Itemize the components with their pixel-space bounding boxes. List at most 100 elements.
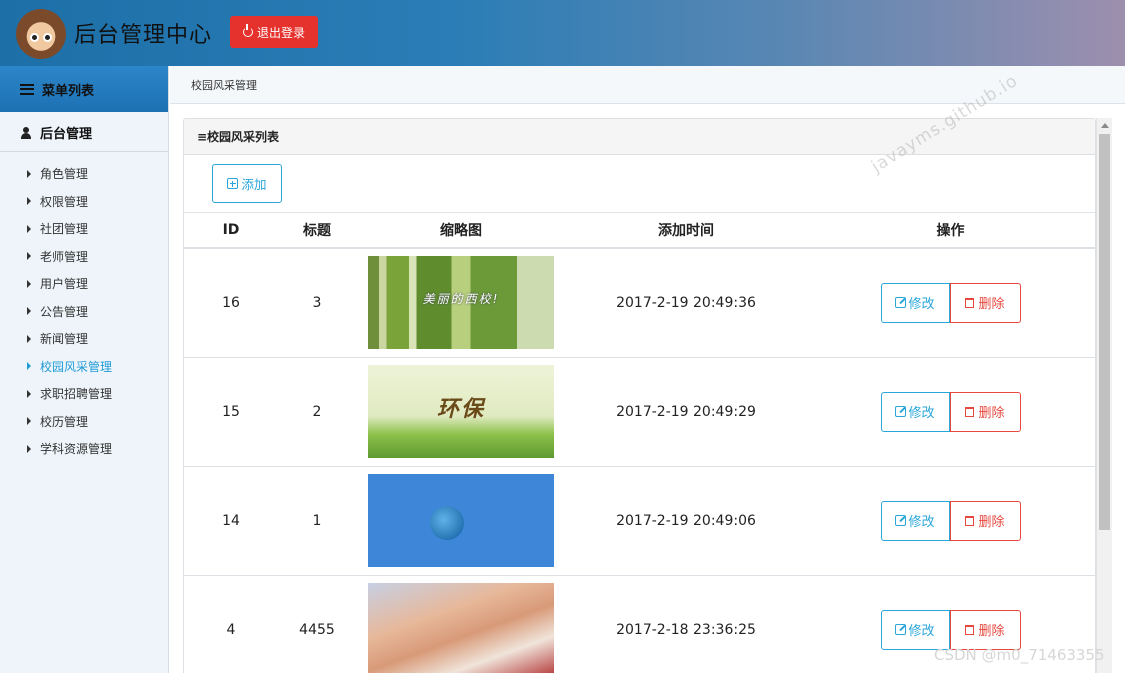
cell-title: 3 [278, 248, 356, 358]
sidebar-item-label: 角色管理 [40, 167, 89, 182]
trash-icon [965, 515, 975, 526]
cell-title: 2 [278, 357, 356, 467]
cell-actions: 修改 删除 [806, 357, 1095, 467]
edit-icon [895, 297, 907, 309]
scroll-up-icon[interactable] [1101, 123, 1109, 128]
sidebar: 菜单列表 后台管理 角色管理 权限管理 社团管理 老师管理 用户管理 公告管理 … [0, 66, 169, 673]
add-button-label: 添加 [241, 177, 267, 192]
cell-actions: 修改 删除 [806, 248, 1095, 358]
sidebar-item-clubs[interactable]: 社团管理 [0, 215, 168, 243]
caret-right-icon [27, 197, 31, 206]
user-icon [20, 126, 32, 139]
cell-time: 2017-2-19 20:49:29 [566, 357, 806, 467]
sidebar-item-notices[interactable]: 公告管理 [0, 298, 168, 326]
edit-button[interactable]: 修改 [880, 391, 950, 432]
column-header-title: 标题 [278, 213, 356, 249]
vertical-scrollbar[interactable] [1096, 118, 1112, 673]
cell-title: 4455 [278, 575, 356, 673]
sidebar-item-news[interactable]: 新闻管理 [0, 325, 168, 353]
sidebar-item-campus-style[interactable]: 校园风采管理 [0, 353, 168, 381]
thumbnail-caption: 环保 [436, 397, 485, 422]
table-header-row: ID 标题 缩略图 添加时间 操作 [184, 213, 1095, 249]
app-title: 后台管理中心 [74, 23, 213, 48]
sidebar-item-roles[interactable]: 角色管理 [0, 160, 168, 188]
logout-label: 退出登录 [256, 25, 305, 40]
cell-time: 2017-2-19 20:49:06 [566, 466, 806, 576]
cell-time: 2017-2-19 20:49:36 [566, 248, 806, 358]
sidebar-item-users[interactable]: 用户管理 [0, 270, 168, 298]
thumbnail-image [368, 583, 554, 673]
column-header-id: ID [184, 213, 278, 249]
delete-label: 删除 [978, 624, 1005, 639]
cell-thumbnail [356, 575, 566, 673]
cell-thumbnail: 环保 [356, 357, 566, 467]
list-icon [20, 83, 34, 95]
caret-right-icon [27, 307, 31, 316]
add-button[interactable]: 添加 [212, 164, 282, 203]
caret-right-icon [27, 334, 31, 343]
sidebar-item-jobs[interactable]: 求职招聘管理 [0, 380, 168, 408]
thumbnail-image: 环保 [368, 365, 554, 458]
menu-list-title: 菜单列表 [42, 83, 95, 99]
column-header-actions: 操作 [806, 213, 1095, 249]
delete-button[interactable]: 删除 [949, 500, 1021, 541]
sidebar-item-teachers[interactable]: 老师管理 [0, 243, 168, 271]
edit-label: 修改 [908, 406, 935, 421]
thumbnail-image [368, 474, 554, 567]
cell-time: 2017-2-18 23:36:25 [566, 575, 806, 673]
logout-button[interactable]: 退出登录 [230, 16, 318, 48]
edit-button[interactable]: 修改 [880, 282, 950, 323]
trash-icon [965, 406, 975, 417]
caret-right-icon [27, 362, 31, 371]
sidebar-group-admin[interactable]: 后台管理 [0, 114, 168, 152]
cell-id: 14 [184, 466, 278, 576]
campus-style-panel: ≡校园风采列表 添加 ID 标题 缩略图 添加时间 操作 16 3 美丽的西校!… [183, 118, 1096, 673]
sidebar-item-label: 学科资源管理 [40, 442, 113, 457]
delete-label: 删除 [978, 297, 1005, 313]
cell-actions: 修改 删除 [806, 466, 1095, 576]
delete-button[interactable]: 删除 [949, 609, 1021, 650]
delete-button[interactable]: 删除 [949, 282, 1021, 323]
delete-label: 删除 [978, 406, 1005, 421]
edit-label: 修改 [908, 624, 935, 639]
delete-label: 删除 [978, 515, 1005, 530]
sidebar-item-label: 社团管理 [40, 222, 89, 237]
plus-square-icon [227, 178, 239, 189]
sidebar-item-calendar[interactable]: 校历管理 [0, 408, 168, 436]
caret-right-icon [27, 389, 31, 398]
edit-icon [895, 624, 907, 635]
edit-button[interactable]: 修改 [880, 609, 950, 650]
column-header-thumbnail: 缩略图 [356, 213, 566, 249]
sidebar-item-label: 校园风采管理 [40, 359, 113, 374]
edit-icon [895, 406, 907, 417]
table-row: 16 3 美丽的西校! 2017-2-19 20:49:36 修改 删除 [184, 248, 1095, 358]
sidebar-group-title: 后台管理 [40, 127, 93, 142]
edit-label: 修改 [908, 515, 935, 530]
toolbar: 添加 [184, 155, 1095, 213]
sidebar-item-label: 用户管理 [40, 277, 89, 292]
globe-graphic [430, 506, 464, 540]
cell-thumbnail: 美丽的西校! [356, 248, 566, 358]
cell-id: 16 [184, 248, 278, 358]
caret-right-icon [27, 169, 31, 178]
sidebar-item-label: 公告管理 [40, 304, 89, 319]
top-header: 后台管理中心 退出登录 [0, 0, 1125, 66]
sidebar-item-label: 校历管理 [40, 414, 89, 429]
sidebar-item-permissions[interactable]: 权限管理 [0, 188, 168, 216]
trash-icon [965, 297, 975, 308]
sidebar-nav: 角色管理 权限管理 社团管理 老师管理 用户管理 公告管理 新闻管理 校园风采管… [0, 152, 168, 463]
thumbnail-caption: 美丽的西校! [422, 292, 500, 307]
sidebar-item-resources[interactable]: 学科资源管理 [0, 435, 168, 463]
edit-button[interactable]: 修改 [880, 500, 950, 541]
caret-right-icon [27, 252, 31, 261]
caret-right-icon [27, 279, 31, 288]
thumbnail-image: 美丽的西校! [368, 256, 554, 350]
scrollbar-thumb[interactable] [1099, 134, 1110, 530]
edit-icon [895, 515, 907, 526]
trash-icon [965, 624, 975, 635]
delete-button[interactable]: 删除 [949, 391, 1021, 432]
cell-id: 15 [184, 357, 278, 467]
sidebar-item-label: 求职招聘管理 [40, 387, 113, 402]
csdn-watermark: CSDN @m0_71463355 [934, 646, 1105, 664]
column-header-time: 添加时间 [566, 213, 806, 249]
